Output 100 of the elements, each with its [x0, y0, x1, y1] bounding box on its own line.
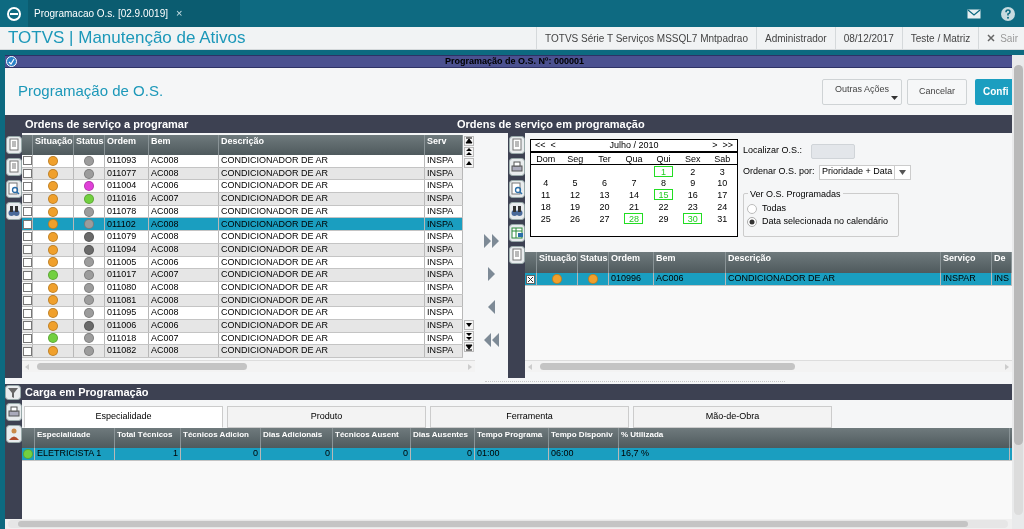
scrollbar-thumb[interactable] [18, 521, 968, 527]
table-row[interactable]: 011004 AC006 CONDICIONADOR DE AR INSPA [22, 180, 463, 194]
document-icon[interactable] [5, 158, 22, 176]
scroll-up-button[interactable] [464, 158, 474, 168]
scrollbar-track[interactable] [22, 360, 475, 372]
scroll-page-up-button[interactable] [464, 147, 474, 157]
calendar-day[interactable]: 3 [712, 165, 732, 177]
scrollbar-track[interactable] [8, 520, 1008, 528]
calendar-day[interactable]: 5 [565, 177, 585, 189]
double-arrow-left-icon[interactable] [483, 332, 500, 348]
table-row[interactable]: ELETRICISTA 1 1 0 0 0 0 01:00 06:00 16,7 % [22, 448, 1012, 461]
calendar-nav-button[interactable]: >> [722, 138, 733, 153]
scroll-top-button[interactable] [464, 136, 474, 146]
checkbox[interactable] [23, 295, 32, 305]
table-row[interactable]: 011095 AC008 CONDICIONADOR DE AR INSPA [22, 307, 463, 320]
checkbox[interactable] [23, 283, 32, 293]
funnel-icon[interactable] [5, 384, 21, 400]
cancel-button[interactable]: Cancelar [907, 78, 967, 105]
calendar-nav-button[interactable]: > [712, 138, 718, 153]
calendar-day[interactable]: 18 [536, 200, 556, 212]
radio-button[interactable] [747, 204, 757, 214]
checkbox[interactable] [23, 207, 32, 217]
calendar-day[interactable]: 16 [683, 189, 703, 201]
calendar-day[interactable]: 2 [683, 165, 703, 177]
table-row[interactable]: 011016 AC007 CONDICIONADOR DE AR INSPA [22, 193, 463, 206]
spreadsheet-icon[interactable] [508, 224, 525, 242]
radio-button[interactable] [747, 217, 757, 227]
tab[interactable]: Mão-de-Obra [633, 406, 832, 428]
search-field[interactable] [811, 143, 855, 159]
scrollbar-thumb[interactable] [37, 363, 247, 370]
calendar-day[interactable]: 31 [712, 212, 732, 224]
table-row[interactable]: 011093 AC008 CONDICIONADOR DE AR INSPA [22, 155, 463, 168]
tab[interactable]: Produto [227, 406, 426, 428]
calendar-day[interactable]: 6 [595, 177, 615, 189]
scroll-page-down-button[interactable] [464, 331, 474, 341]
printer-icon[interactable] [5, 403, 22, 421]
calendar-day[interactable]: 13 [595, 189, 615, 201]
calendar-day[interactable]: 27 [595, 212, 615, 224]
printer-icon[interactable] [508, 158, 525, 176]
scrollbar-track[interactable] [525, 360, 1012, 372]
calendar-day[interactable]: 11 [536, 189, 556, 201]
calendar-day[interactable]: 19 [565, 200, 585, 212]
mail-icon[interactable] [967, 8, 981, 19]
calendar-day[interactable]: 17 [712, 189, 732, 201]
checkbox[interactable] [23, 346, 32, 356]
calendar-day[interactable]: 25 [536, 212, 556, 224]
document-icon[interactable] [5, 136, 22, 154]
binoculars-icon[interactable] [5, 202, 22, 220]
calendar-day[interactable]: 26 [565, 212, 585, 224]
sort-dropdown[interactable]: Prioridade + Data [819, 164, 911, 180]
checkbox[interactable] [23, 270, 32, 280]
scrollbar-thumb[interactable] [540, 363, 795, 370]
tab[interactable]: Ferramenta [430, 406, 629, 428]
checkbox[interactable] [23, 194, 32, 204]
calendar-day[interactable]: 20 [595, 200, 615, 212]
calendar-day[interactable]: 21 [624, 200, 644, 212]
search-icon[interactable] [5, 180, 22, 198]
calendar-day[interactable]: 9 [683, 177, 703, 189]
document-icon[interactable] [508, 136, 525, 154]
tab-close-button[interactable]: × [175, 5, 183, 22]
calendar-day[interactable]: 7 [624, 177, 644, 189]
calendar-nav-button[interactable]: << [535, 138, 546, 153]
calendar-day[interactable]: 10 [712, 177, 732, 189]
person-icon[interactable] [5, 425, 22, 443]
calendar-day[interactable]: 23 [683, 200, 703, 212]
checkbox[interactable] [23, 156, 32, 166]
checkbox[interactable] [23, 308, 32, 318]
checkbox[interactable] [23, 257, 32, 267]
calendar-nav-button[interactable]: < [550, 138, 556, 153]
table-row[interactable]: 010996 AC006 CONDICIONADOR DE AR INSPAR INS [525, 273, 1012, 286]
checkbox[interactable] [23, 245, 32, 255]
table-row[interactable]: 011017 AC007 CONDICIONADOR DE AR INSPA [22, 269, 463, 282]
checkbox[interactable] [23, 333, 32, 343]
calendar-day[interactable]: 24 [712, 200, 732, 212]
table-row[interactable]: 011082 AC008 CONDICIONADOR DE AR INSPA [22, 345, 463, 358]
calendar-day[interactable]: 14 [624, 189, 644, 201]
search-icon[interactable] [508, 180, 525, 198]
more-actions-button[interactable]: Outras Ações [822, 78, 902, 105]
scrollbar-thumb[interactable] [1013, 65, 1023, 445]
calendar-day[interactable]: 4 [536, 177, 556, 189]
calendar-day[interactable]: 29 [653, 212, 673, 224]
calendar-day[interactable]: 12 [565, 189, 585, 201]
document-icon[interactable] [508, 246, 525, 264]
checkbox[interactable] [23, 181, 32, 191]
checkbox[interactable] [23, 169, 32, 179]
tab[interactable]: Especialidade [24, 406, 223, 428]
calendar-day[interactable]: 22 [653, 200, 673, 212]
calendar-day[interactable]: 8 [653, 177, 673, 189]
scroll-bottom-button[interactable] [464, 342, 474, 352]
checkbox[interactable] [23, 232, 32, 242]
double-arrow-right-icon[interactable] [483, 233, 500, 249]
checkbox[interactable] [23, 321, 32, 331]
help-icon[interactable] [1001, 6, 1015, 21]
binoculars-icon[interactable] [508, 202, 525, 220]
scroll-down-button[interactable] [464, 320, 474, 330]
table-row[interactable]: 011079 AC008 CONDICIONADOR DE AR INSPA [22, 231, 463, 244]
app-tab[interactable]: Programacao O.s. [02.9.0019] × [28, 0, 240, 27]
checkbox[interactable] [526, 274, 535, 284]
checkbox[interactable] [23, 219, 32, 229]
table-row[interactable]: 011102 AC008 CONDICIONADOR DE AR INSPA [22, 218, 463, 232]
